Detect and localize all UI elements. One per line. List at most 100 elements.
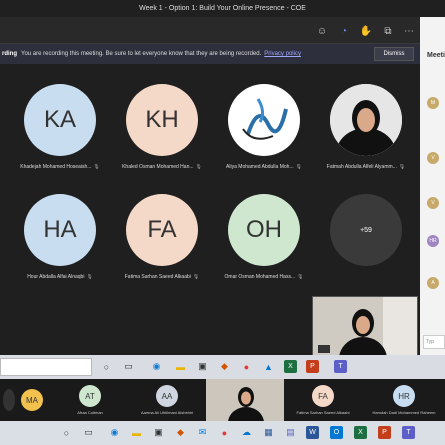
participant-tile[interactable]: KH Khaled Osman Mohamed Han... 🎙 <box>112 84 212 170</box>
strip-video-feed <box>206 379 284 421</box>
participant-name: Aliya Mohamed Abdulla Moh... 🎙 <box>226 164 302 170</box>
strip-name: Fatima Sarhan Saeed Alkaabi <box>296 410 350 415</box>
chat-avatar: A <box>427 277 439 289</box>
recording-label: rding <box>2 51 17 57</box>
chat-icon[interactable]: ◔ <box>336 23 352 39</box>
self-video-feed <box>313 297 417 355</box>
strip-avatar-partial <box>3 389 15 411</box>
person-photo-icon <box>330 84 402 156</box>
taskbar-search-input[interactable] <box>0 358 92 376</box>
meeting-toolbar: ☺ ◔ ✋ ⧉ ⋯ <box>0 17 420 44</box>
participant-strip: MA AT Afraa Cultman AA Aamna Ali Uhtlima… <box>0 379 445 421</box>
strip-avatar: HR <box>393 385 415 407</box>
strip-tile[interactable] <box>2 379 16 421</box>
more-icon[interactable]: ⋯ <box>401 23 417 39</box>
chat-avatar: V <box>427 197 439 209</box>
chrome-icon[interactable]: ● <box>240 360 253 373</box>
avatar: HA <box>24 194 96 266</box>
mail-icon[interactable]: ✉ <box>196 426 209 439</box>
strip-video-tile[interactable] <box>206 379 284 421</box>
participant-name: Fatmah Abdulla Alfeli Alyamm... 🎙 <box>326 164 406 170</box>
windows-taskbar: ○ ▭ ◉ ▬ ▣ ◆ ● ▲ X P T <box>0 355 445 379</box>
folder-icon[interactable]: ▬ <box>174 360 187 373</box>
apps-icon[interactable]: ⧉ <box>380 23 396 39</box>
participant-name: Omar Osman Mohamed Hass... 🎙 <box>224 274 304 280</box>
calligraphy-icon <box>242 98 288 140</box>
strip-avatar: FA <box>312 385 334 407</box>
overflow-tile[interactable]: +59 <box>316 194 416 266</box>
outlook-icon[interactable]: ▲ <box>262 360 275 373</box>
teams-icon[interactable]: T <box>402 426 415 439</box>
participant-tile[interactable]: OH Omar Osman Mohamed Hass... 🎙 <box>214 194 314 280</box>
photos-icon[interactable]: ▦ <box>262 426 275 439</box>
task-view-icon[interactable]: ▭ <box>122 360 135 373</box>
word-icon[interactable]: W <box>306 426 319 439</box>
panel-title: Meeti <box>427 52 445 59</box>
participant-tile[interactable]: KA Khadejah Mohamed Hoseaish... 🎙 <box>10 84 110 170</box>
mic-off-icon: 🎙 <box>195 164 202 170</box>
office-icon[interactable]: ◆ <box>174 426 187 439</box>
meeting-chat-panel: Meeti M V V HR A Typ <box>420 17 445 357</box>
people-icon[interactable]: ☺ <box>314 23 330 39</box>
strip-tile[interactable]: HR Hamdah Dadi Mohammed Raheem <box>364 379 444 421</box>
participant-tile[interactable]: Fatmah Abdulla Alfeli Alyamm... 🎙 <box>316 84 416 170</box>
mic-off-icon: 🎙 <box>295 164 302 170</box>
participant-name: Khaled Osman Mohamed Han... 🎙 <box>122 164 202 170</box>
recording-banner: rding You are recording this meeting. Be… <box>0 44 420 64</box>
strip-avatar: AA <box>156 385 178 407</box>
powerpoint-icon[interactable]: P <box>306 360 319 373</box>
chat-avatar: M <box>427 97 439 109</box>
window-title-bar: Week 1 - Option 1: Build Your Online Pre… <box>0 0 445 17</box>
strip-avatar: MA <box>21 389 43 411</box>
participant-tile[interactable]: FA Fatima Sarhan Saeed Alkaabi 🎙 <box>112 194 212 280</box>
powerpoint-icon[interactable]: P <box>378 426 391 439</box>
chat-avatar: V <box>427 152 439 164</box>
folder-icon[interactable]: ▬ <box>130 426 143 439</box>
avatar: FA <box>126 194 198 266</box>
windows-taskbar-secondary: ○ ▭ ◉ ▬ ▣ ◆ ✉ ● ☁ ▦ ▤ W O X P T <box>0 421 445 445</box>
strip-tile[interactable]: FA Fatima Sarhan Saeed Alkaabi <box>286 379 360 421</box>
self-video[interactable] <box>312 296 418 356</box>
onedrive-icon[interactable]: ☁ <box>240 426 253 439</box>
overflow-count: +59 <box>330 194 402 266</box>
office-icon[interactable]: ◆ <box>218 360 231 373</box>
strip-tile[interactable]: AA Aamna Ali Uhtlimani Alshehhi <box>130 379 204 421</box>
dismiss-button[interactable]: Dismiss <box>374 47 414 61</box>
teams-icon[interactable]: T <box>334 360 347 373</box>
strip-tile[interactable]: AT Afraa Cultman <box>60 379 120 421</box>
avatar: OH <box>228 194 300 266</box>
privacy-policy-link[interactable]: Privacy policy <box>264 51 301 57</box>
chat-input[interactable]: Typ <box>423 335 445 349</box>
strip-name: Hamdah Dadi Mohammed Raheem <box>372 410 436 415</box>
edge-icon[interactable]: ◉ <box>150 360 163 373</box>
avatar: KH <box>126 84 198 156</box>
strip-avatar: AT <box>79 385 101 407</box>
strip-name: Aamna Ali Uhtlimani Alshehhi <box>140 410 194 415</box>
strip-name: Afraa Cultman <box>77 410 103 415</box>
mic-off-icon: 🎙 <box>93 164 100 170</box>
participant-tile[interactable]: HA Hour Abdalla Alfai Alnaqbi 🎙 <box>10 194 110 280</box>
outlook-icon[interactable]: O <box>330 426 343 439</box>
calligraphy-avatar <box>228 84 300 156</box>
chrome-icon[interactable]: ● <box>218 426 231 439</box>
participant-tile[interactable]: Aliya Mohamed Abdulla Moh... 🎙 <box>214 84 314 170</box>
mic-off-icon: 🎙 <box>192 274 200 280</box>
avatar: KA <box>24 84 96 156</box>
photo-avatar <box>330 84 402 156</box>
calendar-icon[interactable]: ▤ <box>284 426 297 439</box>
store-icon[interactable]: ▣ <box>152 426 165 439</box>
mic-off-icon: 🎙 <box>398 164 406 170</box>
store-icon[interactable]: ▣ <box>196 360 209 373</box>
participant-name: Fatima Sarhan Saeed Alkaabi 🎙 <box>124 274 200 280</box>
excel-icon[interactable]: X <box>354 426 367 439</box>
edge-icon[interactable]: ◉ <box>108 426 121 439</box>
recording-message: You are recording this meeting. Be sure … <box>21 51 262 57</box>
mic-off-icon: 🎙 <box>86 274 93 280</box>
task-view-icon[interactable]: ▭ <box>82 426 95 439</box>
reactions-icon[interactable]: ✋ <box>358 23 374 39</box>
search-icon[interactable]: ○ <box>60 426 73 439</box>
excel-icon[interactable]: X <box>284 360 297 373</box>
participant-name: Hour Abdalla Alfai Alnaqbi 🎙 <box>27 274 93 280</box>
search-icon[interactable]: ○ <box>100 360 113 373</box>
strip-tile[interactable]: MA <box>18 379 46 421</box>
